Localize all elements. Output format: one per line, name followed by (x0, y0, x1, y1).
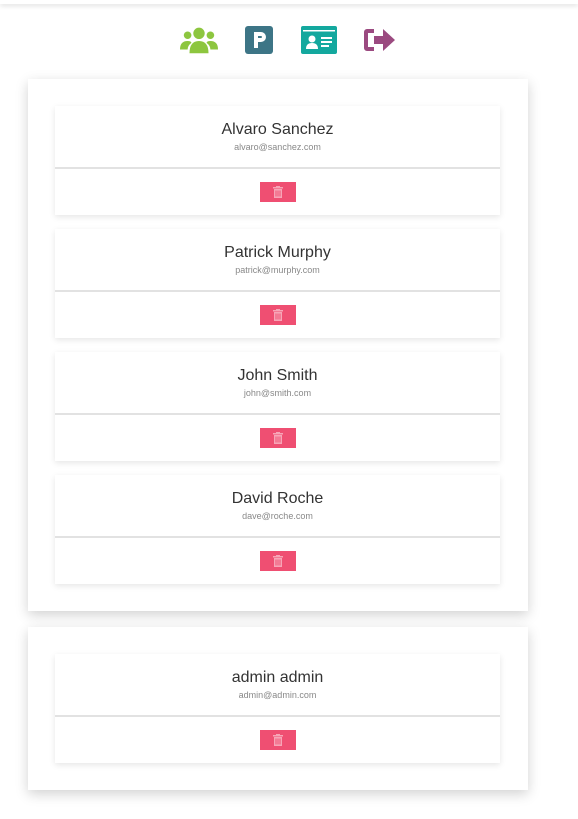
user-email: alvaro@sanchez.com (234, 142, 321, 152)
trash-icon (272, 309, 283, 321)
delete-button[interactable] (259, 182, 296, 202)
user-email: john@smith.com (243, 388, 312, 398)
user-name: Patrick Murphy (224, 244, 331, 261)
user-name: David Roche (231, 490, 324, 507)
trash-icon (272, 186, 283, 198)
delete-button[interactable] (259, 551, 296, 571)
id-card-icon[interactable] (300, 25, 338, 55)
nav-bar (0, 25, 578, 55)
admin-email: admin@admin.com (238, 690, 317, 700)
trash-icon (272, 432, 283, 444)
admin-name: admin admin (231, 669, 324, 686)
trash-icon (272, 734, 283, 746)
user-name: John Smith (237, 367, 318, 384)
users-icon[interactable] (180, 25, 218, 55)
user-email: patrick@murphy.com (235, 265, 320, 275)
user-card: David Roche dave@roche.com (55, 475, 500, 584)
user-name: Alvaro Sanchez (221, 121, 334, 138)
delete-button[interactable] (259, 305, 296, 325)
trash-icon (272, 555, 283, 567)
delete-button[interactable] (259, 428, 296, 448)
top-bar (0, 0, 578, 4)
user-card: Patrick Murphy patrick@murphy.com (55, 229, 500, 338)
users-panel: Alvaro Sanchez alvaro@sanchez.com Patrick… (28, 79, 528, 611)
admin-card: admin admin admin@admin.com (55, 654, 500, 763)
user-email: dave@roche.com (242, 511, 313, 521)
parking-icon[interactable] (240, 25, 278, 55)
user-card: John Smith john@smith.com (55, 352, 500, 461)
user-card: Alvaro Sanchez alvaro@sanchez.com (55, 106, 500, 215)
delete-button[interactable] (259, 730, 296, 750)
sign-out-icon[interactable] (360, 25, 398, 55)
admins-panel: admin admin admin@admin.com (28, 627, 528, 790)
